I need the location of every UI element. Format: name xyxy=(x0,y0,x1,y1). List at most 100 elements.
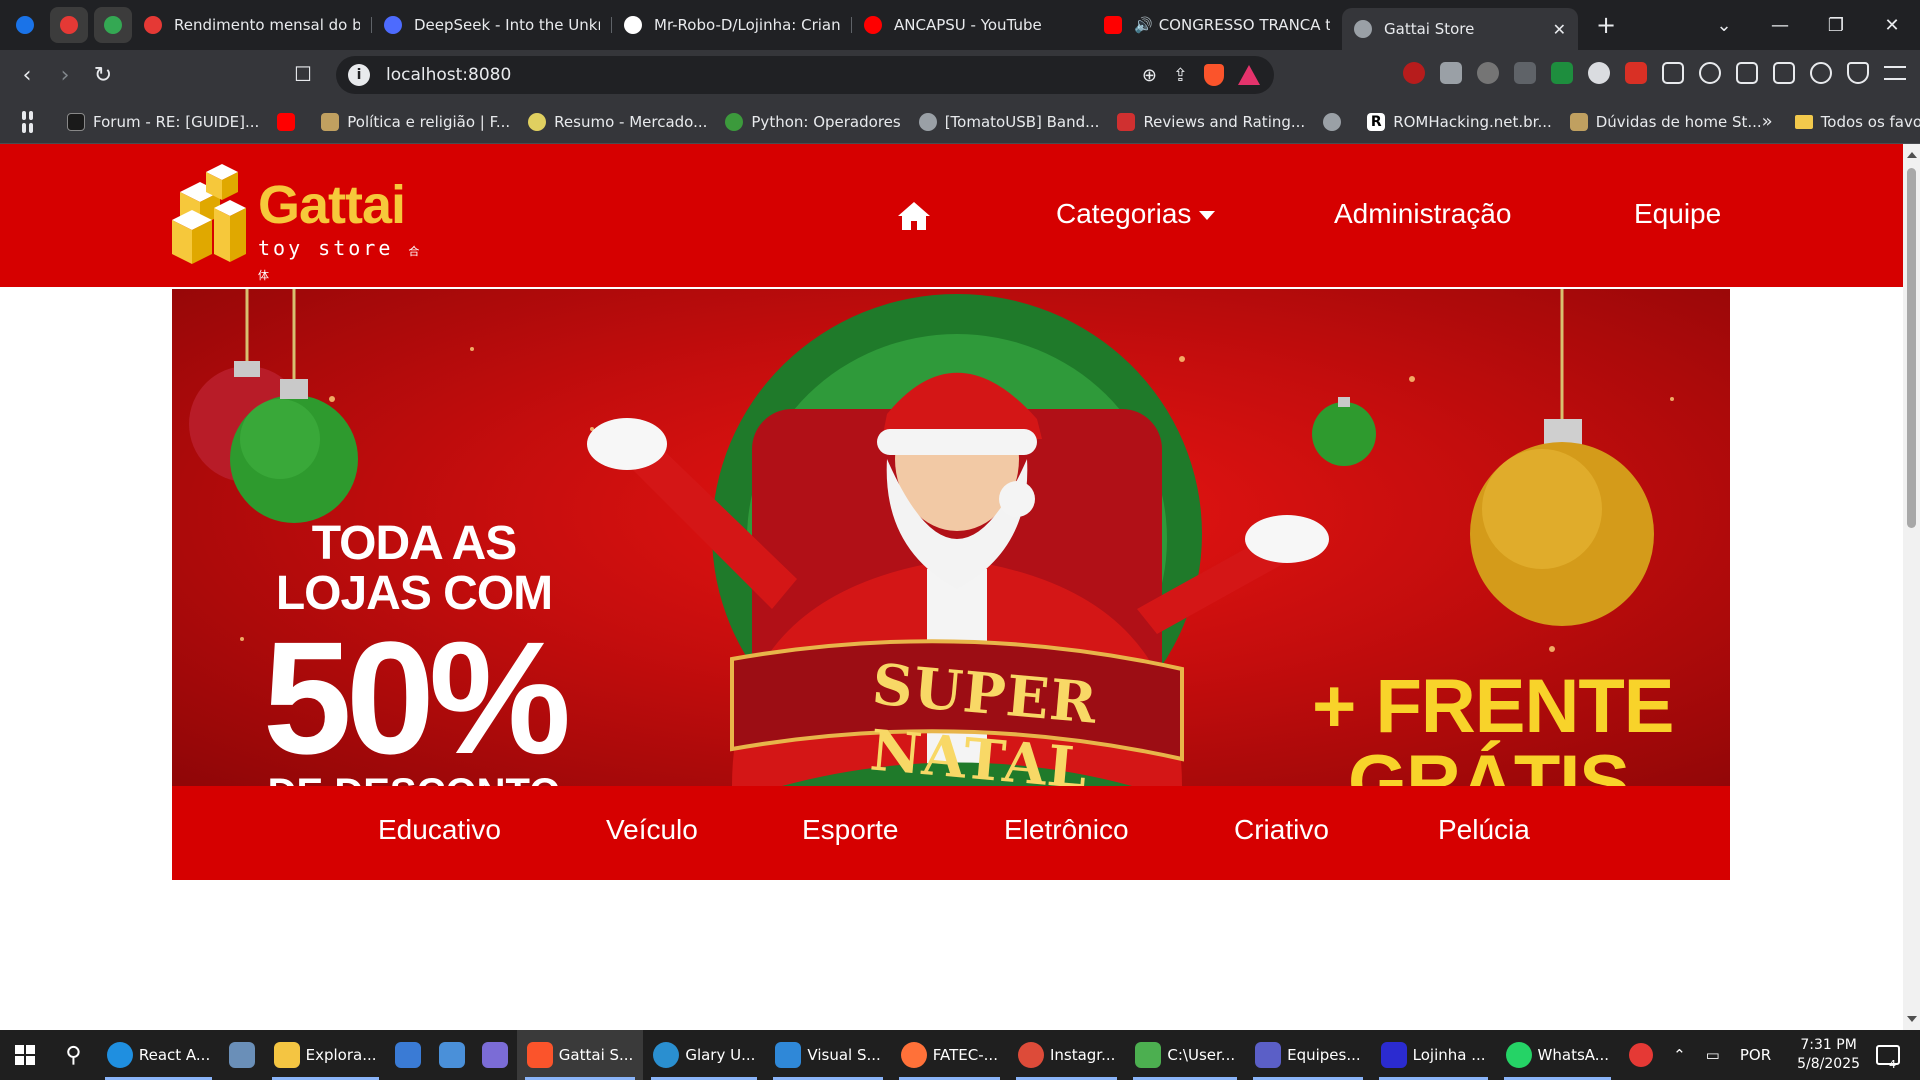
network-icon[interactable]: ▭ xyxy=(1706,1046,1720,1064)
tab-title: Mr-Robo-D/Lojinha: Criando xyxy=(654,16,840,34)
sidebar-icon[interactable] xyxy=(1736,62,1758,84)
taskbar-app-active[interactable]: Gattai S... xyxy=(516,1030,644,1080)
menu-icon[interactable] xyxy=(1884,66,1906,80)
taskbar-app[interactable]: React A... xyxy=(97,1030,220,1080)
browser-tab[interactable]: DeepSeek - Into the Unknow xyxy=(372,7,612,43)
bookmark-item[interactable] xyxy=(277,112,303,131)
bookmark-item[interactable]: Python: Operadores xyxy=(725,112,901,131)
globe-icon xyxy=(918,112,937,131)
category-criativo[interactable]: Criativo xyxy=(1234,814,1329,846)
site-info-icon[interactable]: i xyxy=(348,64,370,86)
bookmark-item[interactable] xyxy=(1323,112,1349,131)
bookmark-item[interactable]: Política e religião | F... xyxy=(321,112,510,131)
apps-icon[interactable] xyxy=(22,110,33,133)
extension-icon[interactable] xyxy=(1551,62,1573,84)
pinned-tab-2[interactable] xyxy=(50,7,88,43)
forward-icon[interactable]: › xyxy=(46,63,84,88)
window-controls: ⌄ — ❐ ✕ xyxy=(1696,0,1920,50)
extension-icon[interactable] xyxy=(1403,62,1425,84)
taskbar-app[interactable]: FATEC-... xyxy=(891,1030,1008,1080)
pinned-tab-3[interactable] xyxy=(94,7,132,43)
close-window-icon[interactable]: ✕ xyxy=(1864,15,1920,36)
restore-icon[interactable]: ❐ xyxy=(1808,15,1864,36)
extension-icon[interactable] xyxy=(1625,62,1647,84)
search-icon[interactable]: ⚲ xyxy=(50,1043,97,1068)
taskbar-app[interactable]: Lojinha ... xyxy=(1371,1030,1496,1080)
nav-team[interactable]: Equipe xyxy=(1634,198,1721,230)
extensions-row xyxy=(1388,62,1906,84)
home-icon[interactable] xyxy=(898,202,930,230)
bookmark-item[interactable]: [TomatoUSB] Band... xyxy=(918,112,1099,131)
extension-icon[interactable] xyxy=(1477,62,1499,84)
brave-shields-icon[interactable] xyxy=(1204,64,1224,86)
taskbar-app[interactable]: Visual S... xyxy=(765,1030,890,1080)
category-veiculo[interactable]: Veículo xyxy=(606,814,698,846)
browser-tab-active[interactable]: Gattai Store ✕ xyxy=(1342,8,1578,50)
category-pelucia[interactable]: Pelúcia xyxy=(1438,814,1530,846)
new-tab-button[interactable]: + xyxy=(1596,11,1616,39)
show-hidden-icons-icon[interactable]: ⌃ xyxy=(1673,1046,1686,1064)
category-esporte[interactable]: Esporte xyxy=(802,814,899,846)
tab-search-icon[interactable]: ⌄ xyxy=(1696,15,1752,36)
all-bookmarks-folder[interactable]: Todos os favoritos xyxy=(1794,113,1920,131)
language-indicator[interactable]: POR xyxy=(1740,1046,1771,1064)
taskbar-app[interactable] xyxy=(387,1030,430,1080)
extension-icon[interactable] xyxy=(1440,62,1462,84)
nav-administration[interactable]: Administração xyxy=(1334,198,1511,230)
share-icon[interactable]: ⇪ xyxy=(1173,65,1188,86)
scroll-up-icon[interactable] xyxy=(1907,152,1917,158)
browser-tab[interactable]: Rendimento mensal do bras xyxy=(132,7,372,43)
tab-title: CONGRESSO TRANCA te xyxy=(1158,16,1330,34)
windows-logo-icon xyxy=(15,1045,36,1065)
scroll-down-icon[interactable] xyxy=(1907,1016,1917,1022)
tray-app-icon[interactable] xyxy=(1629,1043,1654,1067)
leo-ai-icon[interactable] xyxy=(1810,62,1832,84)
address-bar[interactable]: i localhost:8080 ⊕ ⇪ xyxy=(336,56,1274,94)
taskbar-app[interactable]: Instagr... xyxy=(1008,1030,1125,1080)
tab-title: DeepSeek - Into the Unknow xyxy=(414,16,600,34)
banner-shipping-text: + FRENTE GRÁTIS xyxy=(1312,664,1674,787)
scrollbar-thumb[interactable] xyxy=(1907,168,1916,528)
media-icon[interactable] xyxy=(1699,62,1721,84)
minimize-icon[interactable]: — xyxy=(1752,15,1808,36)
vpn-icon[interactable] xyxy=(1847,62,1869,84)
taskbar-app[interactable] xyxy=(220,1030,263,1080)
taskbar-app[interactable]: Equipes... xyxy=(1245,1030,1371,1080)
taskbar-app[interactable]: WhatsA... xyxy=(1496,1030,1620,1080)
taskbar-app[interactable]: Explora... xyxy=(264,1030,387,1080)
bookmark-item[interactable]: R ROMHacking.net.br... xyxy=(1367,112,1552,131)
reload-icon[interactable]: ↻ xyxy=(84,63,122,88)
taskbar-app[interactable] xyxy=(473,1030,516,1080)
taskbar-app[interactable] xyxy=(430,1030,473,1080)
category-educativo[interactable]: Educativo xyxy=(378,814,501,846)
brave-rewards-icon[interactable] xyxy=(1238,65,1260,85)
extension-icon[interactable] xyxy=(1514,62,1536,84)
page-scrollbar[interactable] xyxy=(1903,144,1920,1030)
browser-tab[interactable]: 🔊 CONGRESSO TRANCA te xyxy=(1092,7,1342,43)
bookmark-item[interactable]: Dúvidas de home St... xyxy=(1569,112,1762,131)
taskbar-app[interactable]: Glary U... xyxy=(643,1030,765,1080)
back-icon[interactable]: ‹ xyxy=(8,63,46,88)
bookmark-item[interactable]: Forum - RE: [GUIDE]... xyxy=(67,112,259,131)
more-bookmarks-icon[interactable]: » xyxy=(1762,111,1773,132)
categories-dropdown[interactable]: Categorias xyxy=(1056,198,1216,230)
browser-tab[interactable]: Mr-Robo-D/Lojinha: Criando xyxy=(612,7,852,43)
bookmark-item[interactable]: Reviews and Rating... xyxy=(1117,112,1305,131)
pinned-tab-1[interactable] xyxy=(6,7,44,43)
notification-icon[interactable]: 4 xyxy=(1876,1045,1901,1071)
zoom-icon[interactable]: ⊕ xyxy=(1142,65,1157,86)
close-tab-icon[interactable]: ✕ xyxy=(1553,20,1566,39)
bookmark-item[interactable]: Resumo - Mercado... xyxy=(528,112,707,131)
taskbar-app[interactable]: C:\User... xyxy=(1125,1030,1245,1080)
bookmark-icon[interactable]: ☐ xyxy=(294,62,312,86)
promo-banner[interactable]: SUPER NATAL TODA AS LOJAS COM 50% DE DES… xyxy=(172,289,1730,786)
speaker-icon[interactable]: 🔊 xyxy=(1134,16,1153,34)
extension-icon[interactable] xyxy=(1588,62,1610,84)
start-button[interactable] xyxy=(0,1030,50,1080)
extensions-puzzle-icon[interactable] xyxy=(1662,62,1684,84)
wallet-icon[interactable] xyxy=(1773,62,1795,84)
clock[interactable]: 7:31 PM 5/8/2025 xyxy=(1797,1036,1860,1074)
address-url[interactable]: localhost:8080 xyxy=(386,65,1142,85)
browser-tab[interactable]: ANCAPSU - YouTube xyxy=(852,7,1092,43)
category-eletronico[interactable]: Eletrônico xyxy=(1004,814,1129,846)
